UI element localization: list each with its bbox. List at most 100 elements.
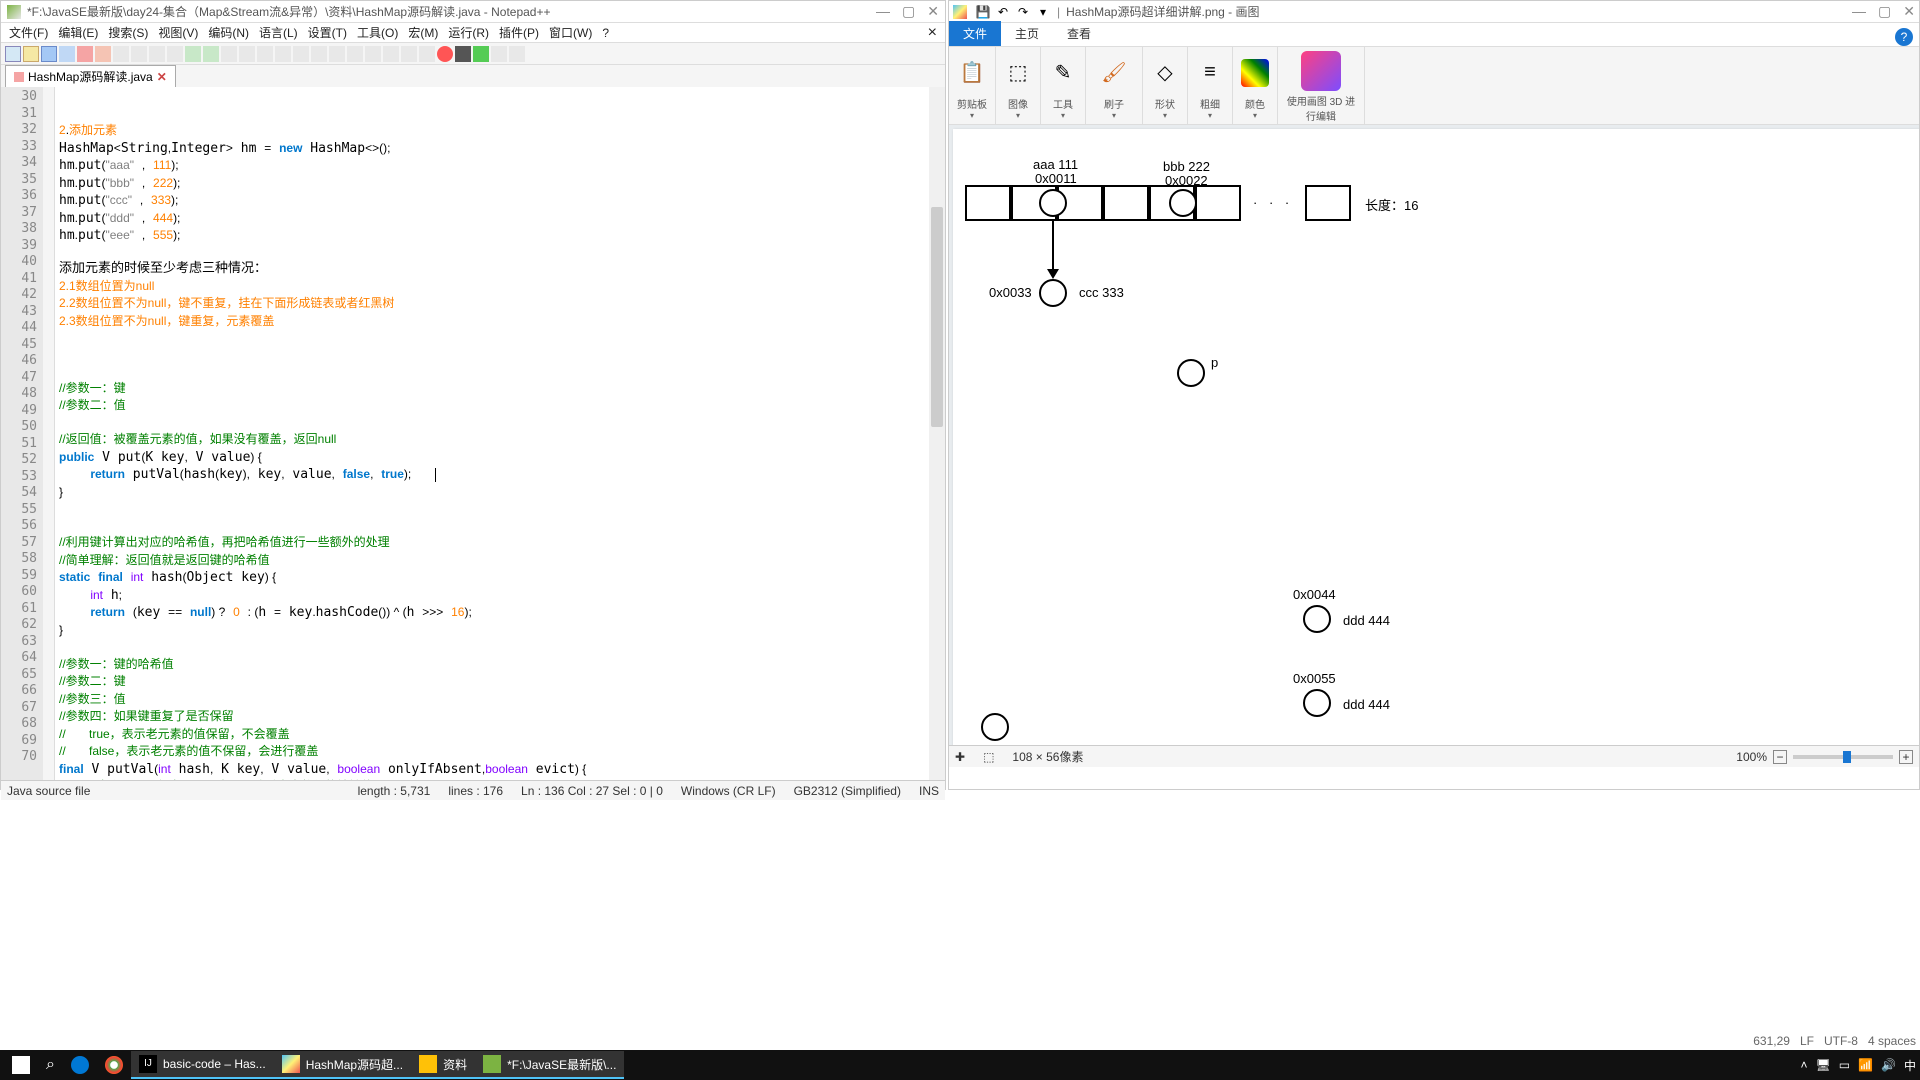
status-insert-mode[interactable]: INS: [919, 784, 939, 798]
paste-icon[interactable]: [167, 46, 183, 62]
tray-ime[interactable]: 中: [1904, 1057, 1916, 1074]
maximize-button[interactable]: ▢: [1878, 3, 1891, 20]
replace-icon[interactable]: [239, 46, 255, 62]
open-file-icon[interactable]: [23, 46, 39, 62]
status-eol[interactable]: Windows (CR LF): [681, 784, 776, 798]
paste-icon[interactable]: 📋: [958, 59, 986, 87]
search-button[interactable]: ⌕: [38, 1051, 63, 1079]
minimize-button[interactable]: —: [876, 3, 890, 20]
vertical-scrollbar[interactable]: [929, 87, 945, 780]
chrome-button[interactable]: [97, 1051, 131, 1079]
dropdown-icon[interactable]: ▾: [1253, 111, 1257, 120]
folder-as-workspace-icon[interactable]: [347, 46, 363, 62]
editor-area[interactable]: 30 31 32 33 34 35 36 37 38 39 40 41 42 4…: [1, 87, 945, 780]
size-icon[interactable]: ≡: [1196, 59, 1224, 87]
undo-icon[interactable]: [185, 46, 201, 62]
file-tab[interactable]: 文件: [949, 21, 1001, 46]
npp-titlebar[interactable]: *F:\JavaSE最新版\day24-集合（Map&Stream流&异常）\资…: [1, 1, 945, 23]
close-all-icon[interactable]: [95, 46, 111, 62]
dropdown-icon[interactable]: ▾: [970, 111, 974, 120]
code-content[interactable]: 2.添加元素 HashMap<String,Integer> hm = new …: [55, 87, 929, 780]
wordwrap-icon[interactable]: [293, 46, 309, 62]
doc-switcher-icon[interactable]: [401, 46, 417, 62]
menu-tools[interactable]: 工具(O): [353, 22, 402, 43]
qat-customize-icon[interactable]: ▾: [1035, 4, 1051, 20]
save-macro-icon[interactable]: [509, 46, 525, 62]
dropdown-icon[interactable]: ▾: [1112, 111, 1116, 120]
record-macro-icon[interactable]: [437, 46, 453, 62]
zoom-out-button[interactable]: −: [1773, 750, 1787, 764]
select-icon[interactable]: ⬚: [1004, 59, 1032, 87]
zoom-in-button[interactable]: +: [1899, 750, 1913, 764]
menu-plugins[interactable]: 插件(P): [495, 22, 543, 43]
start-button[interactable]: [4, 1051, 38, 1079]
close-file-icon[interactable]: [77, 46, 93, 62]
find-icon[interactable]: [221, 46, 237, 62]
qat-redo-icon[interactable]: ↷: [1015, 4, 1031, 20]
menu-language[interactable]: 语言(L): [255, 22, 302, 43]
close-button[interactable]: ✕: [927, 3, 939, 20]
view-tab[interactable]: 查看: [1053, 21, 1105, 46]
dropdown-icon[interactable]: ▾: [1061, 111, 1065, 120]
minimize-button[interactable]: —: [1852, 3, 1866, 20]
paint3d-icon[interactable]: [1301, 51, 1341, 91]
menu-macro[interactable]: 宏(M): [404, 22, 442, 43]
tray-battery-icon[interactable]: ▭: [1839, 1058, 1850, 1072]
paint-titlebar[interactable]: 💾 ↶ ↷ ▾ | HashMap源码超详细讲解.png - 画图 — ▢ ✕: [949, 1, 1919, 23]
taskbar-app-explorer[interactable]: 资料: [411, 1051, 475, 1079]
maximize-button[interactable]: ▢: [902, 3, 915, 20]
zoom-out-icon[interactable]: [275, 46, 291, 62]
zoom-slider-thumb[interactable]: [1843, 751, 1851, 763]
tray-network-icon[interactable]: 🖥: [1816, 1058, 1831, 1072]
save-icon[interactable]: [41, 46, 57, 62]
stop-macro-icon[interactable]: [455, 46, 471, 62]
help-icon[interactable]: ?: [1895, 28, 1913, 46]
print-icon[interactable]: [113, 46, 129, 62]
brush-icon[interactable]: 🖌: [1094, 53, 1134, 93]
redo-icon[interactable]: [203, 46, 219, 62]
document-tab[interactable]: HashMap源码解读.java ✕: [5, 65, 176, 87]
show-symbols-icon[interactable]: [311, 46, 327, 62]
pencil-icon[interactable]: ✎: [1049, 59, 1077, 87]
function-list-icon[interactable]: [365, 46, 381, 62]
menu-encoding[interactable]: 编码(N): [204, 22, 253, 43]
zoom-slider[interactable]: [1793, 755, 1893, 759]
taskbar-app-npp[interactable]: *F:\JavaSE最新版\...: [475, 1051, 624, 1079]
menu-edit[interactable]: 编辑(E): [54, 22, 102, 43]
close-button[interactable]: ✕: [1903, 3, 1915, 20]
taskbar-app-paint[interactable]: HashMap源码超...: [274, 1051, 411, 1079]
menu-file[interactable]: 文件(F): [5, 22, 52, 43]
colors-icon[interactable]: [1241, 59, 1269, 87]
copy-icon[interactable]: [149, 46, 165, 62]
zoom-in-icon[interactable]: [257, 46, 273, 62]
doc-map-icon[interactable]: [383, 46, 399, 62]
menu-window[interactable]: 窗口(W): [545, 22, 596, 43]
tray-expand-icon[interactable]: ˄: [1800, 1058, 1807, 1072]
menu-run[interactable]: 运行(R): [444, 22, 493, 43]
indent-guide-icon[interactable]: [329, 46, 345, 62]
tray-wifi-icon[interactable]: 📶: [1858, 1058, 1873, 1072]
dropdown-icon[interactable]: ▾: [1208, 111, 1212, 120]
close-doc-button[interactable]: ×: [924, 22, 941, 44]
menu-settings[interactable]: 设置(T): [304, 22, 351, 43]
shapes-icon[interactable]: ◇: [1151, 59, 1179, 87]
play-multi-icon[interactable]: [491, 46, 507, 62]
dropdown-icon[interactable]: ▾: [1163, 111, 1167, 120]
canvas-document[interactable]: aaa 111 0x0011 bbb 222 0x0022 · · · 长度：1…: [953, 129, 1919, 745]
menu-search[interactable]: 搜索(S): [104, 22, 152, 43]
new-file-icon[interactable]: [5, 46, 21, 62]
menu-view[interactable]: 视图(V): [154, 22, 202, 43]
qat-save-icon[interactable]: 💾: [975, 4, 991, 20]
cortana-button[interactable]: [63, 1051, 97, 1079]
qat-undo-icon[interactable]: ↶: [995, 4, 1011, 20]
tab-close-icon[interactable]: ✕: [157, 70, 167, 84]
menu-help[interactable]: ?: [598, 24, 613, 42]
canvas-area[interactable]: aaa 111 0x0011 bbb 222 0x0022 · · · 长度：1…: [949, 125, 1919, 745]
play-macro-icon[interactable]: [473, 46, 489, 62]
taskbar-app-idea[interactable]: IJbasic-code – Has...: [131, 1051, 274, 1079]
status-encoding[interactable]: GB2312 (Simplified): [794, 784, 901, 798]
monitor-icon[interactable]: [419, 46, 435, 62]
home-tab[interactable]: 主页: [1001, 21, 1053, 46]
tray-volume-icon[interactable]: 🔊: [1881, 1058, 1896, 1072]
save-all-icon[interactable]: [59, 46, 75, 62]
